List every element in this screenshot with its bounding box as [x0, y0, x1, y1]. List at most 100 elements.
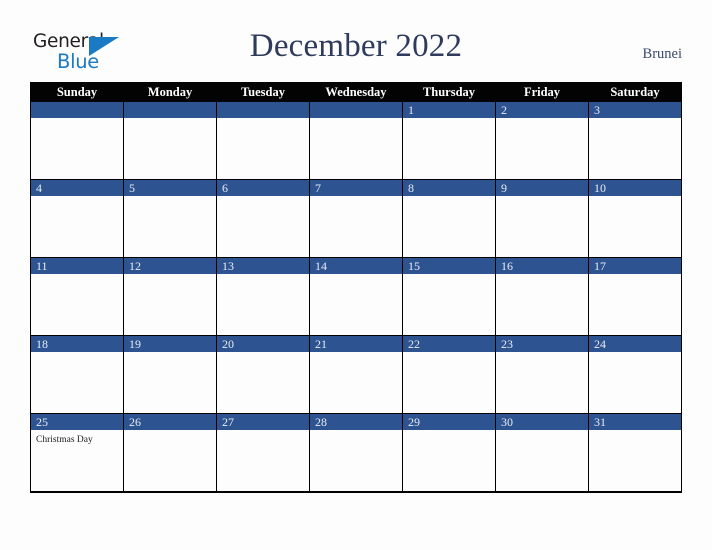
day-number: 6	[217, 180, 309, 196]
day-events	[403, 352, 495, 356]
day-number: 19	[124, 336, 216, 352]
calendar-day-cell[interactable]: 12	[123, 257, 217, 336]
day-number: 28	[310, 414, 402, 430]
calendar-day-cell[interactable]: 10	[588, 179, 682, 258]
day-events	[496, 352, 588, 356]
day-cell-inner: 28	[310, 414, 402, 491]
calendar-week-row: 123	[30, 101, 682, 180]
calendar-day-cell[interactable]: 29	[402, 413, 496, 493]
calendar-day-cell[interactable]: 17	[588, 257, 682, 336]
weekday-header-monday: Monday	[123, 82, 217, 102]
day-cell-inner: 25 Christmas Day	[31, 414, 123, 491]
day-number: 10	[589, 180, 681, 196]
calendar-day-cell[interactable]: 6	[216, 179, 310, 258]
calendar-day-cell[interactable]: 15	[402, 257, 496, 336]
calendar-day-cell[interactable]: 16	[495, 257, 589, 336]
day-events	[310, 196, 402, 200]
day-events	[403, 430, 495, 434]
day-events	[217, 274, 309, 278]
calendar-day-cell[interactable]: 30	[495, 413, 589, 493]
calendar-day-cell[interactable]: 1	[402, 101, 496, 180]
calendar-day-cell[interactable]: 3	[588, 101, 682, 180]
day-events	[310, 118, 402, 122]
calendar-day-cell[interactable]: 28	[309, 413, 403, 493]
calendar-day-cell[interactable]: 9	[495, 179, 589, 258]
day-number: 7	[310, 180, 402, 196]
day-events	[403, 274, 495, 278]
day-events	[496, 430, 588, 434]
day-cell-inner	[310, 102, 402, 179]
day-events	[310, 430, 402, 434]
day-cell-inner: 30	[496, 414, 588, 491]
calendar-day-cell[interactable]: 27	[216, 413, 310, 493]
calendar-day-cell[interactable]: 2	[495, 101, 589, 180]
day-number	[217, 102, 309, 118]
calendar-body: 1 2 3 4 5 6 7 8 9 10 11 12 13 14 15 16 17 18 19 20 21 22 23 24 2…	[30, 101, 682, 493]
day-events	[496, 118, 588, 122]
calendar-day-cell[interactable]: 26	[123, 413, 217, 493]
calendar-page: General Blue December 2022 Brunei Sunday…	[0, 0, 712, 550]
day-cell-inner: 19	[124, 336, 216, 413]
calendar-grid: Sunday Monday Tuesday Wednesday Thursday…	[30, 82, 682, 493]
day-number: 9	[496, 180, 588, 196]
day-cell-inner: 26	[124, 414, 216, 491]
calendar-day-cell[interactable]: 18	[30, 335, 124, 414]
calendar-day-cell[interactable]: 21	[309, 335, 403, 414]
day-number: 23	[496, 336, 588, 352]
day-events	[124, 118, 216, 122]
day-cell-inner: 22	[403, 336, 495, 413]
day-cell-inner	[124, 102, 216, 179]
calendar-day-cell[interactable]	[309, 101, 403, 180]
day-number: 15	[403, 258, 495, 274]
calendar-day-cell[interactable]: 22	[402, 335, 496, 414]
day-cell-inner: 2	[496, 102, 588, 179]
country-label: Brunei	[642, 46, 682, 62]
day-cell-inner: 15	[403, 258, 495, 335]
calendar-day-cell[interactable]: 5	[123, 179, 217, 258]
calendar-day-cell[interactable]	[216, 101, 310, 180]
day-number	[31, 102, 123, 118]
day-cell-inner: 11	[31, 258, 123, 335]
calendar-day-cell[interactable]: 23	[495, 335, 589, 414]
calendar-day-cell[interactable]: 8	[402, 179, 496, 258]
day-number: 1	[403, 102, 495, 118]
calendar-day-cell[interactable]: 4	[30, 179, 124, 258]
day-cell-inner: 16	[496, 258, 588, 335]
day-cell-inner: 8	[403, 180, 495, 257]
day-number: 27	[217, 414, 309, 430]
calendar-day-cell[interactable]	[123, 101, 217, 180]
calendar-day-cell[interactable]: 7	[309, 179, 403, 258]
day-events	[217, 118, 309, 122]
day-number	[310, 102, 402, 118]
calendar-day-cell[interactable]: 24	[588, 335, 682, 414]
calendar-week-row: 18 19 20 21 22 23 24	[30, 335, 682, 414]
day-cell-inner: 17	[589, 258, 681, 335]
day-number: 18	[31, 336, 123, 352]
page-header: General Blue December 2022 Brunei	[0, 0, 712, 82]
day-cell-inner: 21	[310, 336, 402, 413]
weekday-header-saturday: Saturday	[588, 82, 682, 102]
day-number: 26	[124, 414, 216, 430]
page-title: December 2022	[249, 28, 463, 64]
calendar-day-cell[interactable]: 31	[588, 413, 682, 493]
day-number: 8	[403, 180, 495, 196]
weekday-header-tuesday: Tuesday	[216, 82, 310, 102]
day-events	[31, 118, 123, 122]
calendar-day-cell[interactable]: 14	[309, 257, 403, 336]
weekday-header-sunday: Sunday	[30, 82, 124, 102]
weekday-header-friday: Friday	[495, 82, 589, 102]
day-number: 25	[31, 414, 123, 430]
calendar-day-cell[interactable]: 13	[216, 257, 310, 336]
calendar-day-cell[interactable]: 11	[30, 257, 124, 336]
day-events	[217, 196, 309, 200]
day-events	[31, 352, 123, 356]
calendar-day-cell[interactable]	[30, 101, 124, 180]
day-events	[217, 352, 309, 356]
calendar-day-cell[interactable]: 25 Christmas Day	[30, 413, 124, 493]
day-events	[310, 352, 402, 356]
day-cell-inner	[217, 102, 309, 179]
calendar-day-cell[interactable]: 19	[123, 335, 217, 414]
calendar-day-cell[interactable]: 20	[216, 335, 310, 414]
day-events: Christmas Day	[31, 430, 123, 446]
day-number: 16	[496, 258, 588, 274]
